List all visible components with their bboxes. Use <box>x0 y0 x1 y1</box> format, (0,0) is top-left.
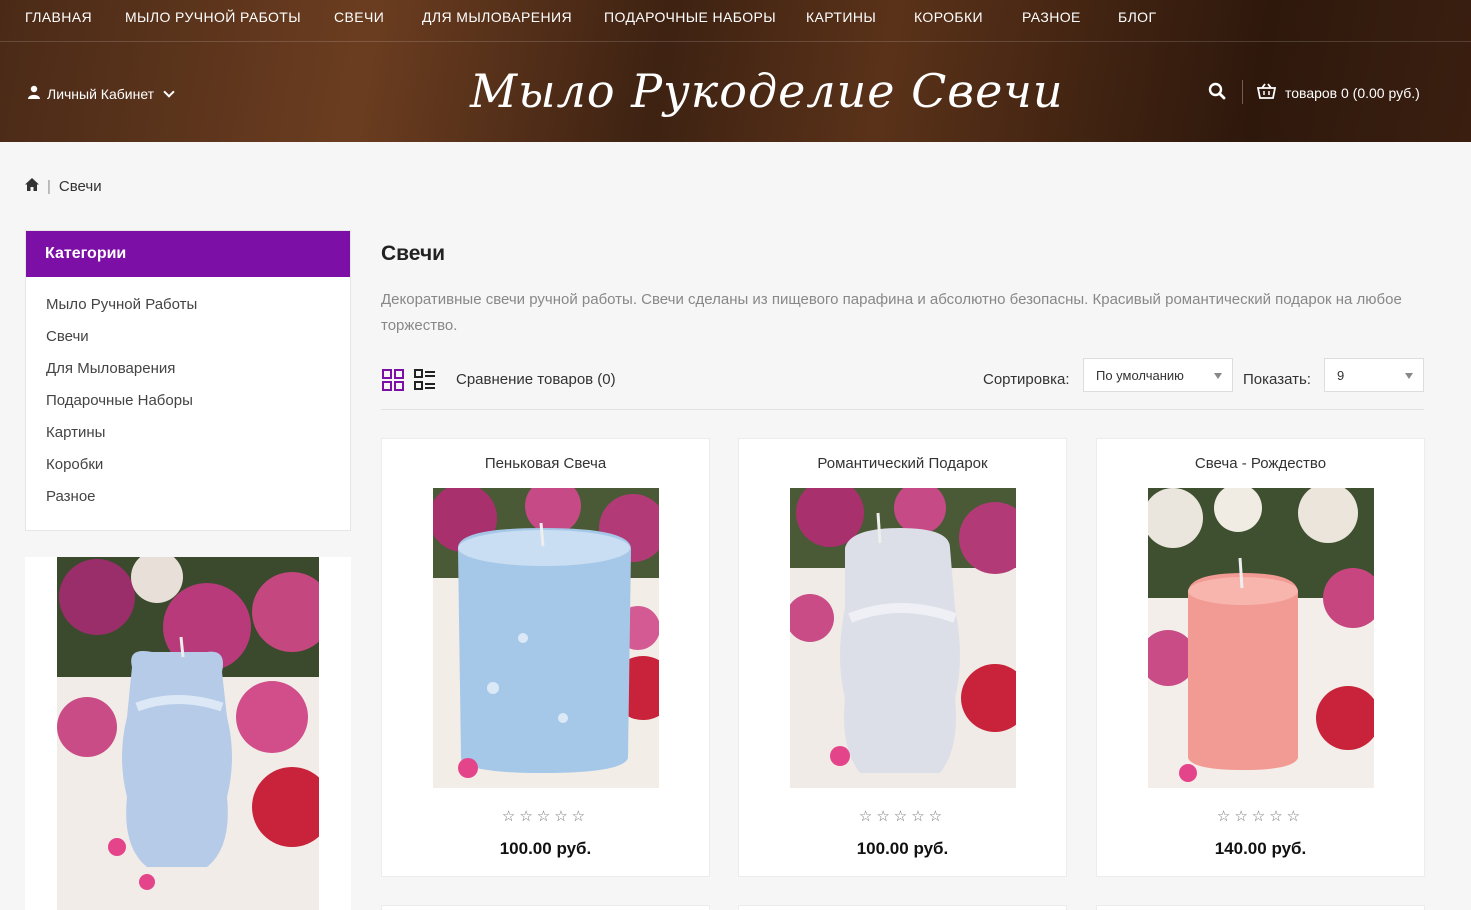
category-item-misc[interactable]: Разное <box>46 485 330 517</box>
nav-item-handmade-soap[interactable]: МЫЛО РУЧНОЙ РАБОТЫ <box>125 9 301 25</box>
nav-item-candles[interactable]: СВЕЧИ <box>334 9 384 25</box>
category-item-handmade-soap[interactable]: Мыло Ручной Работы <box>46 293 330 325</box>
caret-down-icon <box>1214 373 1222 379</box>
account-label: Личный Кабинет <box>47 85 155 102</box>
grid-view-button[interactable] <box>382 369 404 391</box>
breadcrumb-separator: | <box>47 178 51 195</box>
category-item-soapmaking[interactable]: Для Мыловарения <box>46 357 330 389</box>
product-rating: ☆☆☆☆☆ <box>1216 808 1305 825</box>
product-image[interactable] <box>1148 488 1374 788</box>
product-price: 100.00 руб. <box>499 839 592 858</box>
product-compare-link[interactable]: Сравнение товаров (0) <box>456 371 616 388</box>
category-panel-title: Категории <box>26 231 350 277</box>
product-name[interactable]: Пеньковая Свеча <box>382 455 709 472</box>
breadcrumb: | Свечи <box>25 178 102 195</box>
user-icon <box>28 85 40 102</box>
category-list: Мыло Ручной Работы Свечи Для Мыловарения… <box>26 277 350 517</box>
search-icon <box>1208 82 1226 100</box>
nav-item-boxes[interactable]: КОРОБКИ <box>914 9 983 25</box>
site-logo[interactable]: Мыло Рукоделие Свечи <box>470 64 1063 118</box>
sort-select[interactable]: По умолчанию <box>1083 358 1233 392</box>
nav-item-gift-sets[interactable]: ПОДАРОЧНЫЕ НАБОРЫ <box>604 9 776 25</box>
home-icon[interactable] <box>25 178 39 195</box>
basket-icon <box>1256 83 1277 102</box>
limit-select-value: 9 <box>1337 368 1345 383</box>
category-item-gift-sets[interactable]: Подарочные Наборы <box>46 389 330 421</box>
sidebar-banner[interactable] <box>25 557 351 910</box>
product-price: 140.00 руб. <box>1214 839 1307 858</box>
limit-select[interactable]: 9 <box>1324 358 1424 392</box>
sort-label: Сортировка: <box>983 371 1070 388</box>
category-item-paintings[interactable]: Картины <box>46 421 330 453</box>
product-card[interactable]: Романтический Подарок ☆☆☆☆☆ 100.00 руб. <box>738 438 1067 877</box>
cart-button[interactable]: товаров 0 (0.00 руб.) <box>1256 83 1420 102</box>
site-header: ГЛАВНАЯ МЫЛО РУЧНОЙ РАБОТЫ СВЕЧИ ДЛЯ МЫЛ… <box>0 0 1471 142</box>
product-image[interactable] <box>433 488 659 788</box>
product-card-next-row[interactable] <box>381 905 710 910</box>
header-divider <box>1242 80 1243 104</box>
page-title: Свечи <box>381 242 446 265</box>
list-view-button[interactable] <box>414 369 436 391</box>
sort-select-value: По умолчанию <box>1096 368 1184 383</box>
nav-item-misc[interactable]: РАЗНОЕ <box>1022 9 1081 25</box>
product-name[interactable]: Романтический Подарок <box>739 455 1066 472</box>
category-description: Декоративные свечи ручной работы. Свечи … <box>381 291 1402 334</box>
limit-label: Показать: <box>1243 371 1311 388</box>
product-card[interactable]: Свеча - Рождество ☆☆☆☆☆ 140.00 руб. <box>1096 438 1425 877</box>
product-card[interactable]: Пеньковая Свеча ☆☆☆☆☆ 100.00 руб. <box>381 438 710 877</box>
product-toolbar: Сравнение товаров (0) Сортировка: По умо… <box>381 356 1424 410</box>
caret-down-icon <box>1405 373 1413 379</box>
top-navigation: ГЛАВНАЯ МЫЛО РУЧНОЙ РАБОТЫ СВЕЧИ ДЛЯ МЫЛ… <box>0 0 1471 42</box>
breadcrumb-current[interactable]: Свечи <box>59 178 102 195</box>
chevron-down-icon <box>163 85 175 98</box>
grid-view-icon <box>382 369 404 391</box>
product-rating: ☆☆☆☆☆ <box>501 808 590 825</box>
category-item-candles[interactable]: Свечи <box>46 325 330 357</box>
product-image[interactable] <box>790 488 1016 788</box>
search-button[interactable] <box>1208 82 1228 102</box>
banner-candle-image <box>57 557 319 910</box>
list-view-icon <box>414 369 435 390</box>
nav-item-soapmaking[interactable]: ДЛЯ МЫЛОВАРЕНИЯ <box>422 9 572 25</box>
product-card-next-row[interactable] <box>1096 905 1425 910</box>
nav-item-paintings[interactable]: КАРТИНЫ <box>806 9 876 25</box>
category-item-boxes[interactable]: Коробки <box>46 453 330 485</box>
nav-item-blog[interactable]: БЛОГ <box>1118 9 1156 25</box>
product-name[interactable]: Свеча - Рождество <box>1097 455 1424 472</box>
product-rating: ☆☆☆☆☆ <box>858 808 947 825</box>
product-price: 100.00 руб. <box>856 839 949 858</box>
category-panel: Категории Мыло Ручной Работы Свечи Для М… <box>25 230 351 531</box>
account-dropdown[interactable]: Личный Кабинет <box>28 85 175 102</box>
nav-item-home[interactable]: ГЛАВНАЯ <box>25 9 92 25</box>
cart-summary: товаров 0 (0.00 руб.) <box>1285 84 1420 101</box>
product-card-next-row[interactable] <box>738 905 1067 910</box>
